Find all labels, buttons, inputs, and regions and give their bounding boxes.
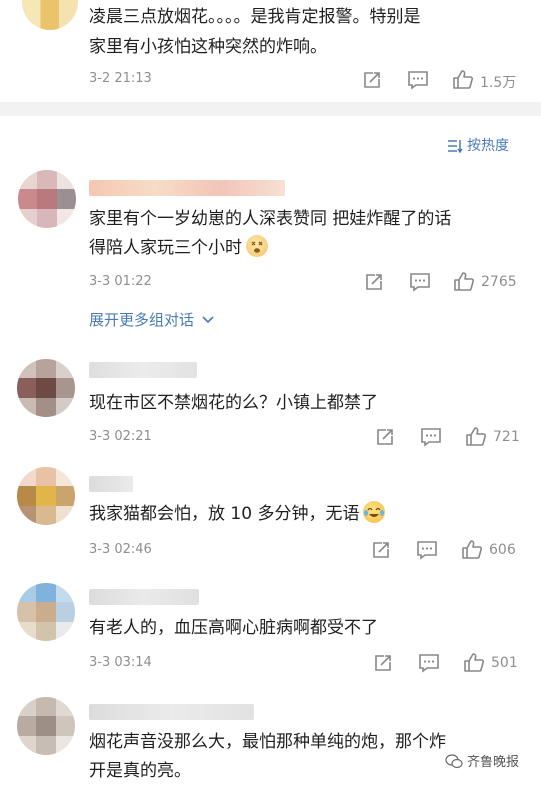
watermark: 齐鲁晚报 (445, 751, 519, 773)
comment-text: 现在市区不禁烟花的么？小镇上都禁了 (89, 393, 378, 413)
username-blurred[interactable] (89, 589, 199, 605)
dizzy-face-emoji (246, 235, 268, 257)
like-count: 2765 (481, 274, 517, 290)
avatar[interactable] (17, 467, 75, 525)
expand-replies-link[interactable]: 展开更多组对话 (89, 309, 214, 330)
sort-label: 按热度 (467, 138, 509, 154)
like-icon[interactable] (465, 426, 487, 447)
sort-icon (447, 139, 463, 157)
comment-text: 我家猫都会怕，放 10 多分钟，无语 (89, 499, 386, 529)
avatar[interactable] (17, 583, 75, 641)
comment-icon[interactable] (409, 272, 431, 292)
like-icon[interactable] (461, 539, 483, 560)
like-count: 501 (491, 655, 518, 671)
like-icon[interactable] (463, 652, 485, 673)
like-icon[interactable] (452, 69, 474, 90)
share-icon[interactable] (373, 653, 393, 673)
comment-icon[interactable] (420, 427, 442, 447)
comment-text-line2: 开是真的亮。 (89, 761, 191, 781)
comment-time: 3-3 01:22 (89, 274, 152, 289)
share-icon[interactable] (375, 427, 395, 447)
comment-icon[interactable] (416, 540, 438, 560)
like-icon[interactable] (453, 271, 475, 292)
username-blurred[interactable] (89, 180, 285, 196)
comment-text-line2: 得陪人家玩三个小时 (89, 233, 268, 263)
avatar[interactable] (18, 170, 76, 228)
comment-text: 烟花声音没那么大，最怕那种单纯的炮，那个炸 (89, 732, 446, 752)
watermark-text: 齐鲁晚报 (467, 755, 520, 770)
username-blurred[interactable] (89, 362, 197, 378)
avatar[interactable] (17, 697, 75, 755)
comment-time: 3-3 03:14 (89, 655, 152, 670)
comment-icon[interactable] (407, 70, 429, 90)
top-comment-line2: 家里有小孩怕这种突然的炸响。 (89, 37, 327, 57)
laughing-tears-emoji (363, 501, 386, 523)
username-blurred[interactable] (89, 704, 254, 720)
top-comment-line1: 凌晨三点放烟花。。。。是我肯定报警。特别是 (89, 7, 421, 27)
section-divider (0, 102, 541, 116)
like-count: 606 (489, 542, 516, 558)
chevron-down-icon (202, 310, 214, 328)
avatar[interactable] (17, 359, 75, 417)
username-blurred[interactable] (89, 476, 133, 492)
comment-icon[interactable] (418, 653, 440, 673)
sort-control[interactable]: 按热度 (447, 135, 509, 157)
share-icon[interactable] (371, 540, 391, 560)
comment-time: 3-3 02:21 (89, 429, 152, 444)
comment-text: 家里有个一岁幼崽的人深表赞同 把娃炸醒了的话 (89, 209, 452, 229)
comment-time: 3-3 02:46 (89, 542, 152, 557)
top-comment-time: 3-2 21:13 (89, 71, 152, 86)
expand-replies-label: 展开更多组对话 (89, 311, 195, 329)
wechat-icon (445, 754, 463, 773)
top-avatar[interactable] (22, 0, 78, 30)
like-count: 721 (493, 429, 520, 445)
share-icon[interactable] (364, 272, 384, 292)
comment-text: 有老人的，血压高啊心脏病啊都受不了 (89, 618, 378, 638)
share-icon[interactable] (362, 70, 382, 90)
like-count: 1.5万 (480, 75, 517, 91)
